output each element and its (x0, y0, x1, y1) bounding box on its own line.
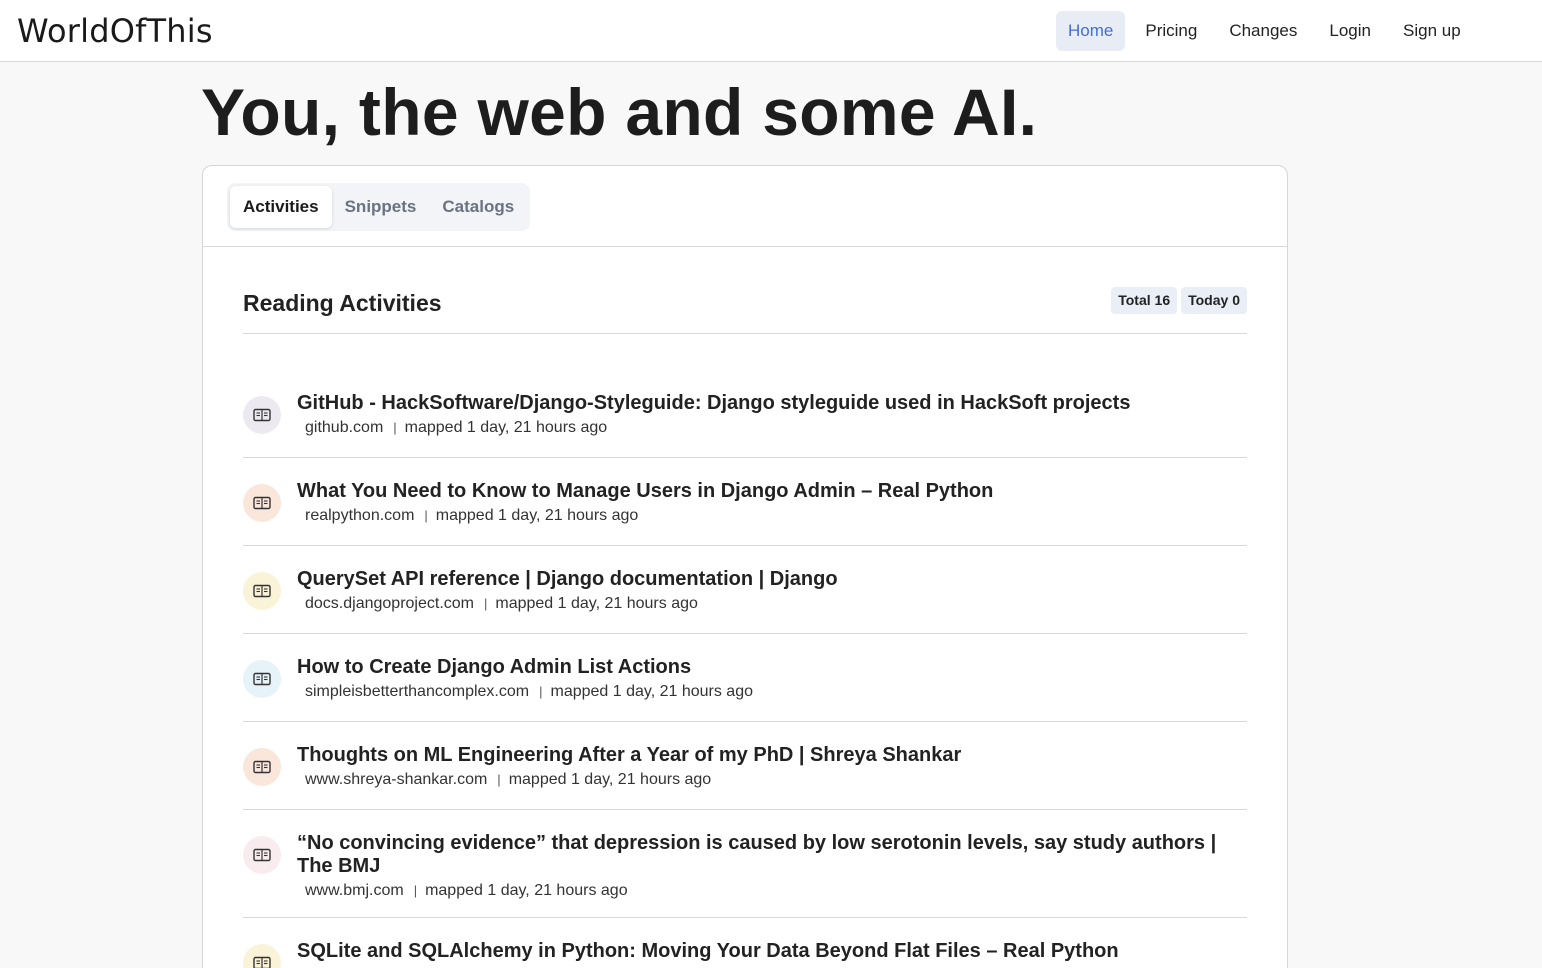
activity-mapped-time: mapped 1 day, 21 hours ago (508, 771, 712, 788)
activity-domain: docs.djangoproject.com (305, 595, 474, 612)
book-open-icon (243, 660, 281, 698)
activity-domain: simpleisbetterthancomplex.com (305, 683, 530, 700)
activity-title-link[interactable]: QuerySet API reference | Django document… (297, 568, 1247, 591)
tab-snippets[interactable]: Snippets (332, 186, 430, 228)
total-badge: Total 16 (1111, 287, 1178, 314)
activity-mapped-time: mapped 1 day, 21 hours ago (435, 507, 639, 524)
hero-heading: You, the web and some AI. (201, 75, 1038, 149)
total-value: 16 (1154, 292, 1171, 308)
activity-card: Activities Snippets Catalogs Reading Act… (202, 165, 1288, 968)
section-title: Reading Activities (243, 290, 442, 316)
nav-login-link[interactable]: Login (1317, 11, 1383, 51)
nav-signup-link[interactable]: Sign up (1391, 11, 1473, 51)
activity-title-link[interactable]: What You Need to Know to Manage Users in… (297, 480, 1247, 503)
nav-changes-link[interactable]: Changes (1217, 11, 1309, 51)
activity-title-link[interactable]: How to Create Django Admin List Actions (297, 656, 1247, 679)
activity-mapped-time: mapped 1 day, 21 hours ago (495, 595, 698, 612)
book-open-icon (243, 396, 281, 434)
meta-separator: | (424, 508, 428, 523)
today-value: 0 (1232, 292, 1240, 308)
activity-meta: docs.djangoproject.com | mapped 1 day, 21 … (297, 593, 1247, 615)
tab-catalogs[interactable]: Catalogs (429, 186, 527, 228)
activity-meta: www.bmj.com | mapped 1 day, 21 hours ago (297, 880, 1247, 902)
meta-separator: | (393, 420, 397, 435)
activity-title-link[interactable]: “No convincing evidence” that depression… (297, 832, 1247, 878)
top-navbar: WorldOfThis Home Pricing Changes Login S… (0, 0, 1542, 62)
nav-home-link[interactable]: Home (1056, 11, 1126, 51)
total-label: Total (1118, 292, 1151, 308)
activity-item[interactable]: SQLite and SQLAlchemy in Python: Moving … (243, 918, 1247, 968)
activity-title-link[interactable]: GitHub - HackSoftware/Django-Styleguide:… (297, 392, 1247, 415)
activity-domain: realpython.com (305, 507, 415, 524)
book-open-icon (243, 944, 281, 968)
activity-item[interactable]: How to Create Django Admin List Actions s… (243, 634, 1247, 722)
book-open-icon (243, 484, 281, 522)
tabs-divider (203, 246, 1287, 247)
activity-list: GitHub - HackSoftware/Django-Styleguide:… (243, 370, 1247, 968)
activity-domain: www.shreya-shankar.com (305, 771, 488, 788)
activity-domain: www.bmj.com (305, 882, 404, 899)
tab-activities[interactable]: Activities (230, 186, 332, 228)
activity-item[interactable]: What You Need to Know to Manage Users in… (243, 458, 1247, 546)
activity-mapped-time: mapped 1 day, 21 hours ago (404, 419, 608, 436)
activity-item[interactable]: QuerySet API reference | Django document… (243, 546, 1247, 634)
book-open-icon (243, 748, 281, 786)
counter-badges: Total 16 Today 0 (1111, 287, 1247, 314)
activity-mapped-time: mapped 1 day, 21 hours ago (425, 882, 628, 899)
activity-title-link[interactable]: Thoughts on ML Engineering After a Year … (297, 744, 1247, 767)
activity-item[interactable]: “No convincing evidence” that depression… (243, 810, 1247, 918)
nav-pricing-link[interactable]: Pricing (1133, 11, 1209, 51)
activity-meta: realpython.com | mapped 1 day, 21 hours ag… (297, 505, 1247, 527)
book-open-icon (243, 836, 281, 874)
book-open-icon (243, 572, 281, 610)
activity-domain: github.com (305, 419, 384, 436)
meta-separator: | (413, 883, 418, 898)
activity-title-link[interactable]: SQLite and SQLAlchemy in Python: Moving … (297, 940, 1247, 963)
section-divider (243, 333, 1247, 334)
today-label: Today (1188, 292, 1229, 308)
meta-separator: | (539, 684, 543, 699)
meta-separator: | (483, 596, 488, 611)
today-badge: Today 0 (1181, 287, 1247, 314)
main-nav: Home Pricing Changes Login Sign up (1056, 11, 1481, 51)
activity-mapped-time: mapped 1 day, 21 hours ago (550, 683, 753, 700)
activity-meta: simpleisbetterthancomplex.com | mapped 1 d… (297, 681, 1247, 703)
activity-item[interactable]: GitHub - HackSoftware/Django-Styleguide:… (243, 370, 1247, 458)
brand-logo[interactable]: WorldOfThis (17, 12, 213, 50)
activity-item[interactable]: Thoughts on ML Engineering After a Year … (243, 722, 1247, 810)
activity-meta: www.shreya-shankar.com | mapped 1 day, 21 … (297, 769, 1247, 791)
meta-separator: | (497, 772, 501, 787)
tab-list: Activities Snippets Catalogs (227, 183, 531, 231)
activity-meta: github.com | mapped 1 day, 21 hours ago (297, 417, 1247, 439)
